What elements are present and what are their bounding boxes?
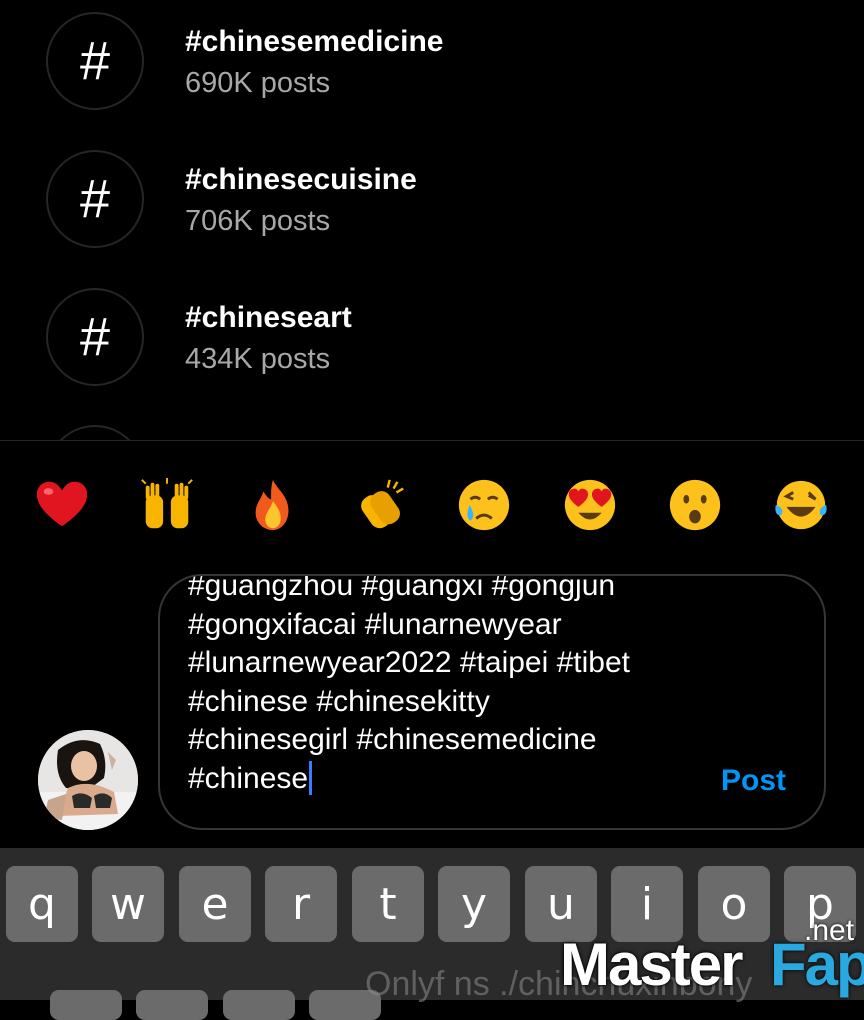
suggestion-post-count: 690K posts <box>185 67 331 99</box>
crying-face-emoji-button[interactable] <box>449 455 519 555</box>
key-e[interactable]: e <box>179 866 251 942</box>
avatar-photo <box>38 730 138 830</box>
suggestion-post-count: 706K posts <box>185 205 331 237</box>
user-avatar <box>38 730 138 830</box>
suggestion-tag: #chineseart <box>185 301 352 334</box>
fire-emoji-button[interactable] <box>238 455 308 555</box>
hashtag-icon <box>46 425 144 440</box>
red-heart-icon <box>36 481 88 527</box>
key-t[interactable]: t <box>352 866 424 942</box>
suggestion-item-chinesemedicine[interactable]: # #chinesemedicine 690K posts <box>0 12 864 122</box>
heart-eyes-icon <box>564 479 616 531</box>
surprised-face-icon <box>669 479 721 531</box>
post-button[interactable]: Post <box>721 764 786 798</box>
raising-hands-emoji-button[interactable] <box>132 455 202 555</box>
emoji-reaction-bar <box>0 455 864 555</box>
key-s[interactable] <box>136 990 208 1020</box>
tears-of-joy-icon <box>775 480 827 530</box>
logo-net-text: .net <box>804 914 855 947</box>
logo-master-text: Master <box>560 931 743 998</box>
comment-input[interactable]: #guangzhou #guangxi #gongjun #gongxifaca… <box>158 574 826 830</box>
hashtag-suggestion-list: # #chinesemedicine 690K posts # #chinese… <box>0 0 864 440</box>
watermark-logo: Master Fap .net <box>560 914 864 1000</box>
crying-face-icon <box>458 479 510 531</box>
suggestion-item-chinesecuisine[interactable]: # #chinesecuisine 706K posts <box>0 150 864 260</box>
key-a[interactable] <box>50 990 122 1020</box>
comment-text: #guangzhou #guangxi #gongjun #gongxifaca… <box>188 574 630 795</box>
surprised-face-emoji-button[interactable] <box>660 455 730 555</box>
text-cursor <box>309 760 313 795</box>
suggestion-tag: #chinesecuisine <box>185 163 417 196</box>
key-w[interactable]: w <box>92 866 164 942</box>
hashtag-icon: # <box>46 288 144 386</box>
heart-eyes-emoji-button[interactable] <box>555 455 625 555</box>
key-y[interactable]: y <box>438 866 510 942</box>
key-d[interactable] <box>223 990 295 1020</box>
hashtag-icon: # <box>46 12 144 110</box>
fire-icon <box>255 479 289 531</box>
comment-text-field[interactable]: #guangzhou #guangxi #gongjun #gongxifaca… <box>188 574 708 798</box>
divider <box>0 440 864 441</box>
clapping-hands-emoji-button[interactable] <box>345 455 415 555</box>
key-r[interactable]: r <box>265 866 337 942</box>
suggestion-item-chineseart[interactable]: # #chineseart 434K posts <box>0 288 864 398</box>
raising-hands-icon <box>141 477 193 529</box>
key-q[interactable]: q <box>6 866 78 942</box>
suggestion-post-count: 434K posts <box>185 343 331 375</box>
clapping-hands-icon <box>361 479 404 529</box>
tears-of-joy-emoji-button[interactable] <box>766 455 836 555</box>
hashtag-icon: # <box>46 150 144 248</box>
red-heart-emoji-button[interactable] <box>27 455 97 555</box>
suggestion-tag: #chinesemedicine <box>185 25 444 58</box>
